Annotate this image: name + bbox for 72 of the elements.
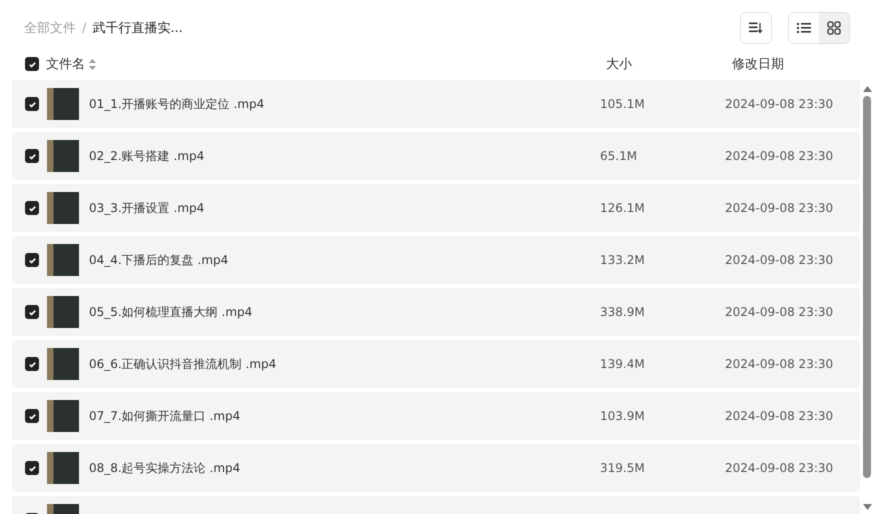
checkbox[interactable]: [25, 253, 39, 267]
checkmark-icon: [28, 308, 36, 316]
checkmark-icon: [28, 60, 36, 68]
sort-icon: [749, 22, 763, 34]
video-thumbnail: [47, 88, 79, 120]
column-header[interactable]: 文件名: [46, 55, 85, 73]
file-size: 139.4M: [600, 357, 646, 371]
video-thumbnail: [47, 400, 79, 432]
sort-arrows-icon[interactable]: [89, 58, 96, 70]
file-row[interactable]: 02_2.账号搭建 .mp4 65.1M 2024-09-08 23:30: [12, 132, 860, 180]
file-row[interactable]: 06_6.正确认识抖音推流机制 .mp4 139.4M 2024-09-08 23:30: [12, 340, 860, 388]
file-size: 103.9M: [600, 409, 646, 423]
file-name: 03_3.开播设置 .mp4: [89, 200, 206, 216]
file-name: 06_6.正确认识抖音推流机制 .mp4: [89, 356, 278, 372]
grid-icon: [827, 21, 841, 35]
breadcrumb-separator: /: [82, 20, 86, 36]
scroll-down-icon[interactable]: [862, 504, 872, 510]
file-name: 07_7.如何撕开流量口 .mp4: [89, 408, 242, 424]
modified-date: 2024-09-08 23:30: [725, 357, 834, 371]
file-row[interactable]: 03_3.开播设置 .mp4 126.1M 2024-09-08 23:30: [12, 184, 860, 232]
list-icon: [797, 22, 811, 34]
file-row[interactable]: 01_1.开播账号的商业定位 .mp4 105.1M 2024-09-08 23:30: [12, 80, 860, 128]
modified-date: 2024-09-08 23:30: [725, 253, 834, 267]
view-toggle-button[interactable]: [819, 13, 849, 43]
modified-date: 2024-09-08 23:30: [725, 149, 834, 163]
file-size: 133.2M: [600, 253, 646, 267]
checkbox[interactable]: [25, 149, 39, 163]
modified-date: 2024-09-08 23:30: [725, 305, 834, 319]
video-thumbnail: [47, 140, 79, 172]
scrollbar-thumb[interactable]: [863, 96, 871, 478]
breadcrumb-link[interactable]: 武千行直播实...: [92, 19, 183, 37]
checkmark-icon: [28, 464, 36, 472]
video-thumbnail: [47, 296, 79, 328]
checkmark-icon: [28, 256, 36, 264]
checkmark-icon: [28, 100, 36, 108]
file-row[interactable]: 07_7.如何撕开流量口 .mp4 103.9M 2024-09-08 23:30: [12, 392, 860, 440]
checkmark-icon: [28, 360, 36, 368]
checkbox[interactable]: [25, 97, 39, 111]
checkmark-icon: [28, 412, 36, 420]
file-row[interactable]: 05_5.如何梳理直播大纲 .mp4 338.9M 2024-09-08 23:30: [12, 288, 860, 336]
file-size: 338.9M: [600, 305, 646, 319]
checkmark-icon: [28, 204, 36, 212]
file-size: 126.1M: [600, 201, 646, 215]
sort-button[interactable]: [740, 12, 772, 44]
modified-date: 2024-09-08 23:30: [725, 97, 834, 111]
file-name: 02_2.账号搭建 .mp4: [89, 148, 206, 164]
file-size: 319.5M: [600, 461, 646, 475]
modified-date: 2024-09-08 23:30: [725, 461, 834, 475]
file-name: 08_8.起号实操方法论 .mp4: [89, 460, 242, 476]
video-thumbnail: [47, 452, 79, 484]
checkbox[interactable]: [25, 57, 39, 71]
checkbox[interactable]: [25, 409, 39, 423]
modified-date: 2024-09-08 23:30: [725, 409, 834, 423]
column-header: 修改日期: [732, 56, 784, 73]
file-size: 65.1M: [600, 149, 638, 163]
file-size: 105.1M: [600, 97, 646, 111]
file-name: 01_1.开播账号的商业定位 .mp4: [89, 96, 266, 112]
checkbox[interactable]: [25, 305, 39, 319]
video-thumbnail: [47, 192, 79, 224]
checkbox[interactable]: [25, 461, 39, 475]
file-row[interactable]: 08_8.起号实操方法论 .mp4 319.5M 2024-09-08 23:30: [12, 444, 860, 492]
file-name: 04_4.下播后的复盘 .mp4: [89, 252, 230, 268]
modified-date: 2024-09-08 23:30: [725, 201, 834, 215]
file-row[interactable]: 04_4.下播后的复盘 .mp4 133.2M 2024-09-08 23:30: [12, 236, 860, 284]
scroll-up-icon[interactable]: [862, 86, 872, 92]
column-header: 大小: [606, 56, 633, 73]
checkbox[interactable]: [25, 201, 39, 215]
checkmark-icon: [28, 152, 36, 160]
checkbox[interactable]: [25, 357, 39, 371]
video-thumbnail: [47, 244, 79, 276]
video-thumbnail: [47, 348, 79, 380]
file-name: 05_5.如何梳理直播大纲 .mp4: [89, 304, 254, 320]
